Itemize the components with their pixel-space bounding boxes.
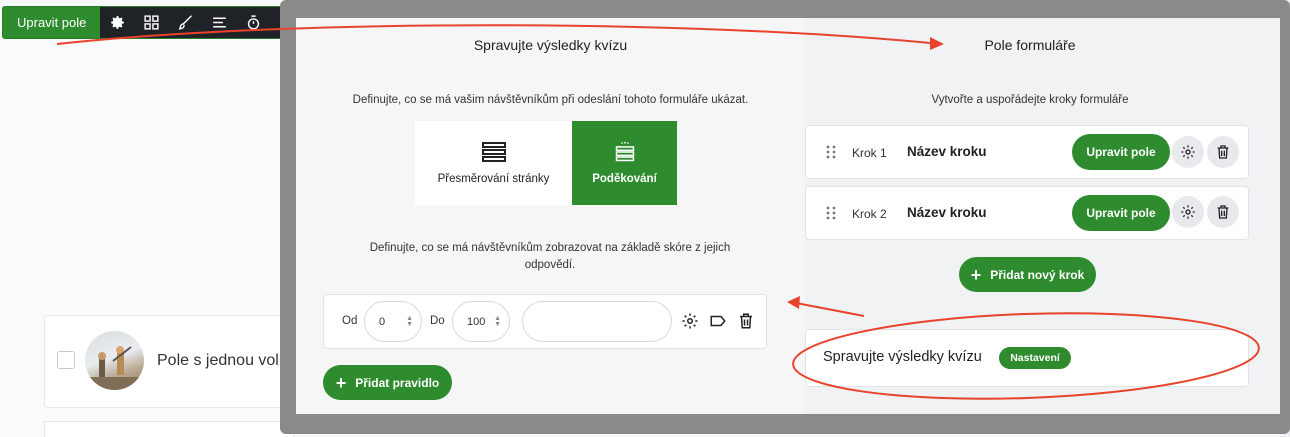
rule-to-value: 100 — [467, 315, 486, 328]
add-step-label: Přidat nový krok — [990, 267, 1085, 282]
rule-from-label: Od — [342, 315, 358, 327]
score-description: Definujte, co se má návštěvníkům zobrazo… — [369, 242, 731, 271]
rule-to-label: Do — [430, 315, 445, 327]
gear-icon — [1181, 205, 1195, 219]
timer-icon[interactable] — [236, 7, 270, 38]
option-thank-you-label: Poděkování — [592, 173, 657, 185]
field-toolbar: Upravit pole — [2, 6, 298, 39]
layout-icon[interactable] — [134, 7, 168, 38]
step-number: Krok 2 — [852, 207, 887, 221]
plus-icon: + — [970, 264, 982, 285]
field-label: Pole s jednou volbou — [157, 352, 285, 369]
option-thank-you[interactable]: Poděkování — [572, 121, 677, 205]
step-edit-button[interactable]: Upravit pole — [1072, 134, 1170, 170]
stepper-icon[interactable]: ▲ ▼ — [406, 315, 413, 328]
step-number: Krok 1 — [852, 146, 887, 160]
field-checkbox[interactable] — [57, 351, 75, 369]
background-field-card-2 — [44, 421, 294, 437]
add-step-button[interactable]: + Přidat nový krok — [959, 257, 1096, 292]
toolbar-edit-button[interactable]: Upravit pole — [3, 7, 101, 38]
add-rule-label: Přidat pravidlo — [355, 375, 440, 390]
quiz-results-panel — [296, 18, 805, 414]
plus-icon: + — [335, 372, 347, 393]
step-edit-button[interactable]: Upravit pole — [1072, 195, 1170, 231]
quiz-settings-button[interactable]: Nastavení — [999, 347, 1071, 369]
rule-to-input[interactable]: 100 ▲ ▼ — [452, 301, 510, 342]
stepper-icon[interactable]: ▲ ▼ — [494, 315, 501, 328]
align-icon[interactable] — [202, 7, 236, 38]
brush-icon[interactable] — [168, 7, 202, 38]
drag-handle-icon[interactable] — [826, 206, 836, 220]
step-delete-button[interactable] — [1207, 136, 1239, 168]
gear-icon[interactable] — [681, 312, 699, 330]
add-rule-button[interactable]: + Přidat pravidlo — [323, 365, 452, 400]
step-delete-button[interactable] — [1207, 196, 1239, 228]
trash-icon — [1217, 145, 1229, 159]
quiz-results-description: Definujte, co se má vašim návštěvníkům p… — [352, 94, 749, 106]
rule-from-input[interactable]: 0 ▲ ▼ — [364, 301, 422, 342]
form-fields-title: Pole formuláře — [984, 37, 1076, 53]
step-name: Název kroku — [907, 205, 987, 220]
gear-icon[interactable] — [100, 7, 134, 38]
option-redirect-label: Přesměrování stránky — [437, 173, 550, 185]
page-list-icon — [481, 142, 506, 162]
tag-icon[interactable] — [709, 312, 727, 330]
quiz-results-title: Spravujte výsledky kvízu — [473, 37, 628, 53]
form-fields-description: Vytvořte a uspořádejte kroky formuláře — [931, 94, 1129, 106]
gear-icon — [1181, 145, 1195, 159]
thank-you-icon — [615, 141, 634, 162]
trash-icon — [1217, 205, 1229, 219]
rule-from-value: 0 — [379, 315, 386, 328]
quiz-results-label: Spravujte výsledky kvízu — [823, 349, 982, 365]
rule-text-input[interactable] — [522, 301, 672, 342]
trash-icon[interactable] — [737, 312, 755, 330]
option-redirect[interactable]: Přesměrování stránky — [415, 121, 572, 205]
step-name: Název kroku — [907, 144, 987, 159]
step-settings-button[interactable] — [1172, 196, 1204, 228]
field-image — [85, 331, 144, 390]
drag-handle-icon[interactable] — [826, 145, 836, 159]
step-settings-button[interactable] — [1172, 136, 1204, 168]
